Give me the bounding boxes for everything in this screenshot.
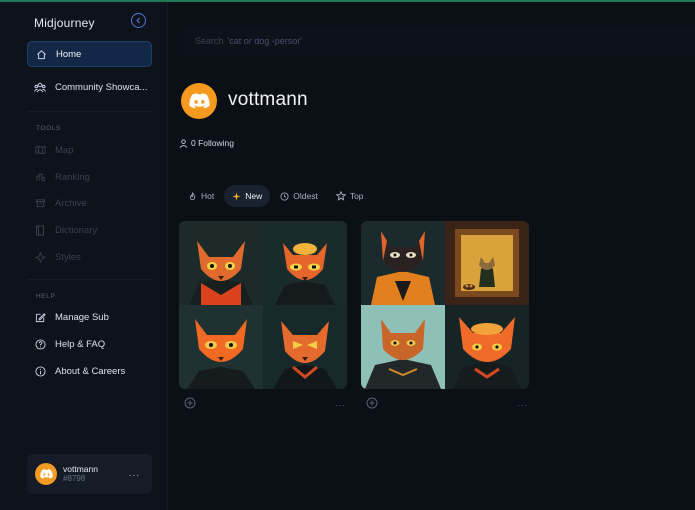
sidebar-item-label: Help & FAQ xyxy=(55,338,106,350)
sidebar-item-about-careers[interactable]: About & Careers xyxy=(27,358,152,384)
clock-icon xyxy=(280,191,289,201)
sidebar-item-dictionary[interactable]: Dictionary xyxy=(27,217,152,243)
fire-icon xyxy=(189,191,196,200)
sidebar-item-ranking[interactable]: Ranking xyxy=(27,164,152,190)
image-thumbnail[interactable] xyxy=(445,305,529,389)
following-count: 0 Following xyxy=(191,138,234,148)
sidebar-item-manage-sub[interactable]: Manage Sub xyxy=(27,304,152,330)
question-icon xyxy=(34,338,46,350)
image-grid-2[interactable] xyxy=(361,221,529,389)
avatar xyxy=(35,463,57,485)
profile-avatar xyxy=(181,83,217,119)
add-icon[interactable] xyxy=(184,397,196,409)
image-thumbnail[interactable] xyxy=(361,221,445,305)
tab-oldest[interactable]: Oldest xyxy=(272,185,326,207)
profile-name: vottmann xyxy=(228,89,308,110)
image-thumbnail[interactable] xyxy=(445,221,529,305)
sidebar-item-label: Manage Sub xyxy=(55,311,109,323)
home-icon xyxy=(35,48,47,60)
following-link[interactable]: 0 Following xyxy=(179,138,234,148)
more-options-button[interactable]: ... xyxy=(517,398,528,408)
search-placeholder-keywords: 'cat or dog -persor' xyxy=(227,36,303,46)
more-options-button[interactable]: ... xyxy=(335,398,346,408)
image-thumbnail[interactable] xyxy=(179,305,263,389)
sidebar-item-label: Community Showca... xyxy=(55,81,148,93)
sidebar-item-label: Dictionary xyxy=(55,224,98,236)
sidebar-item-label: Styles xyxy=(55,251,81,263)
sidebar-item-label: About & Careers xyxy=(55,365,126,377)
sidebar-item-label: Ranking xyxy=(55,171,90,183)
sidebar-item-community-showcase[interactable]: Community Showca... xyxy=(27,74,152,100)
discord-logo-icon xyxy=(39,469,53,479)
user-tag: #8798 xyxy=(63,474,86,484)
discord-logo-icon xyxy=(188,93,210,109)
sort-tabs: Hot New Oldest Top xyxy=(180,185,374,207)
info-icon xyxy=(34,365,46,377)
user-name: vottmann xyxy=(63,464,98,475)
search-placeholder-prefix: Search xyxy=(195,36,224,46)
tab-label: Oldest xyxy=(293,191,318,201)
star-icon xyxy=(335,191,346,201)
map-icon xyxy=(34,144,46,156)
sidebar-item-archive[interactable]: Archive xyxy=(27,190,152,216)
ranking-icon xyxy=(34,171,46,183)
styles-icon xyxy=(34,251,46,263)
image-thumbnail[interactable] xyxy=(361,305,445,389)
add-icon[interactable] xyxy=(366,397,378,409)
user-icon xyxy=(179,138,188,148)
sidebar-item-home[interactable]: Home xyxy=(27,41,152,67)
help-section-label: HELP xyxy=(36,293,56,300)
sidebar-item-label: Map xyxy=(55,144,74,156)
search-input[interactable]: Search 'cat or dog -persor' xyxy=(183,26,695,56)
app-name: Midjourney xyxy=(34,16,95,30)
user-card[interactable]: vottmann #8798 ... xyxy=(27,454,152,494)
image-grid-1[interactable] xyxy=(179,221,347,389)
tab-top[interactable]: Top xyxy=(328,185,372,207)
tab-label: Hot xyxy=(201,191,215,201)
image-thumbnail[interactable] xyxy=(179,221,263,305)
collapse-sidebar-button[interactable] xyxy=(131,13,146,28)
user-menu-button[interactable]: ... xyxy=(129,468,140,479)
sidebar-item-map[interactable]: Map xyxy=(27,137,152,163)
tab-hot[interactable]: Hot xyxy=(180,185,222,207)
sidebar-item-label: Home xyxy=(56,48,82,60)
image-grid-1-actions: ... xyxy=(184,397,352,409)
image-thumbnail[interactable] xyxy=(263,221,347,305)
sidebar-divider xyxy=(27,111,152,112)
community-icon xyxy=(34,81,46,93)
archive-icon xyxy=(34,197,46,209)
edit-icon xyxy=(34,311,46,323)
sparkle-icon xyxy=(232,191,241,201)
sidebar-item-styles[interactable]: Styles xyxy=(27,244,152,270)
image-grid-2-actions: ... xyxy=(366,397,534,409)
tab-new[interactable]: New xyxy=(224,185,271,207)
tab-label: New xyxy=(245,191,263,201)
sidebar-item-help-faq[interactable]: Help & FAQ xyxy=(27,331,152,357)
tools-section-label: TOOLS xyxy=(36,125,61,132)
image-thumbnail[interactable] xyxy=(263,305,347,389)
tab-label: Top xyxy=(349,191,364,201)
chevron-left-icon xyxy=(136,17,140,24)
sidebar: Midjourney Home Community Showca... TOOL… xyxy=(0,2,168,510)
dictionary-icon xyxy=(34,224,46,236)
sidebar-item-label: Archive xyxy=(55,197,87,209)
sidebar-divider xyxy=(27,279,152,280)
